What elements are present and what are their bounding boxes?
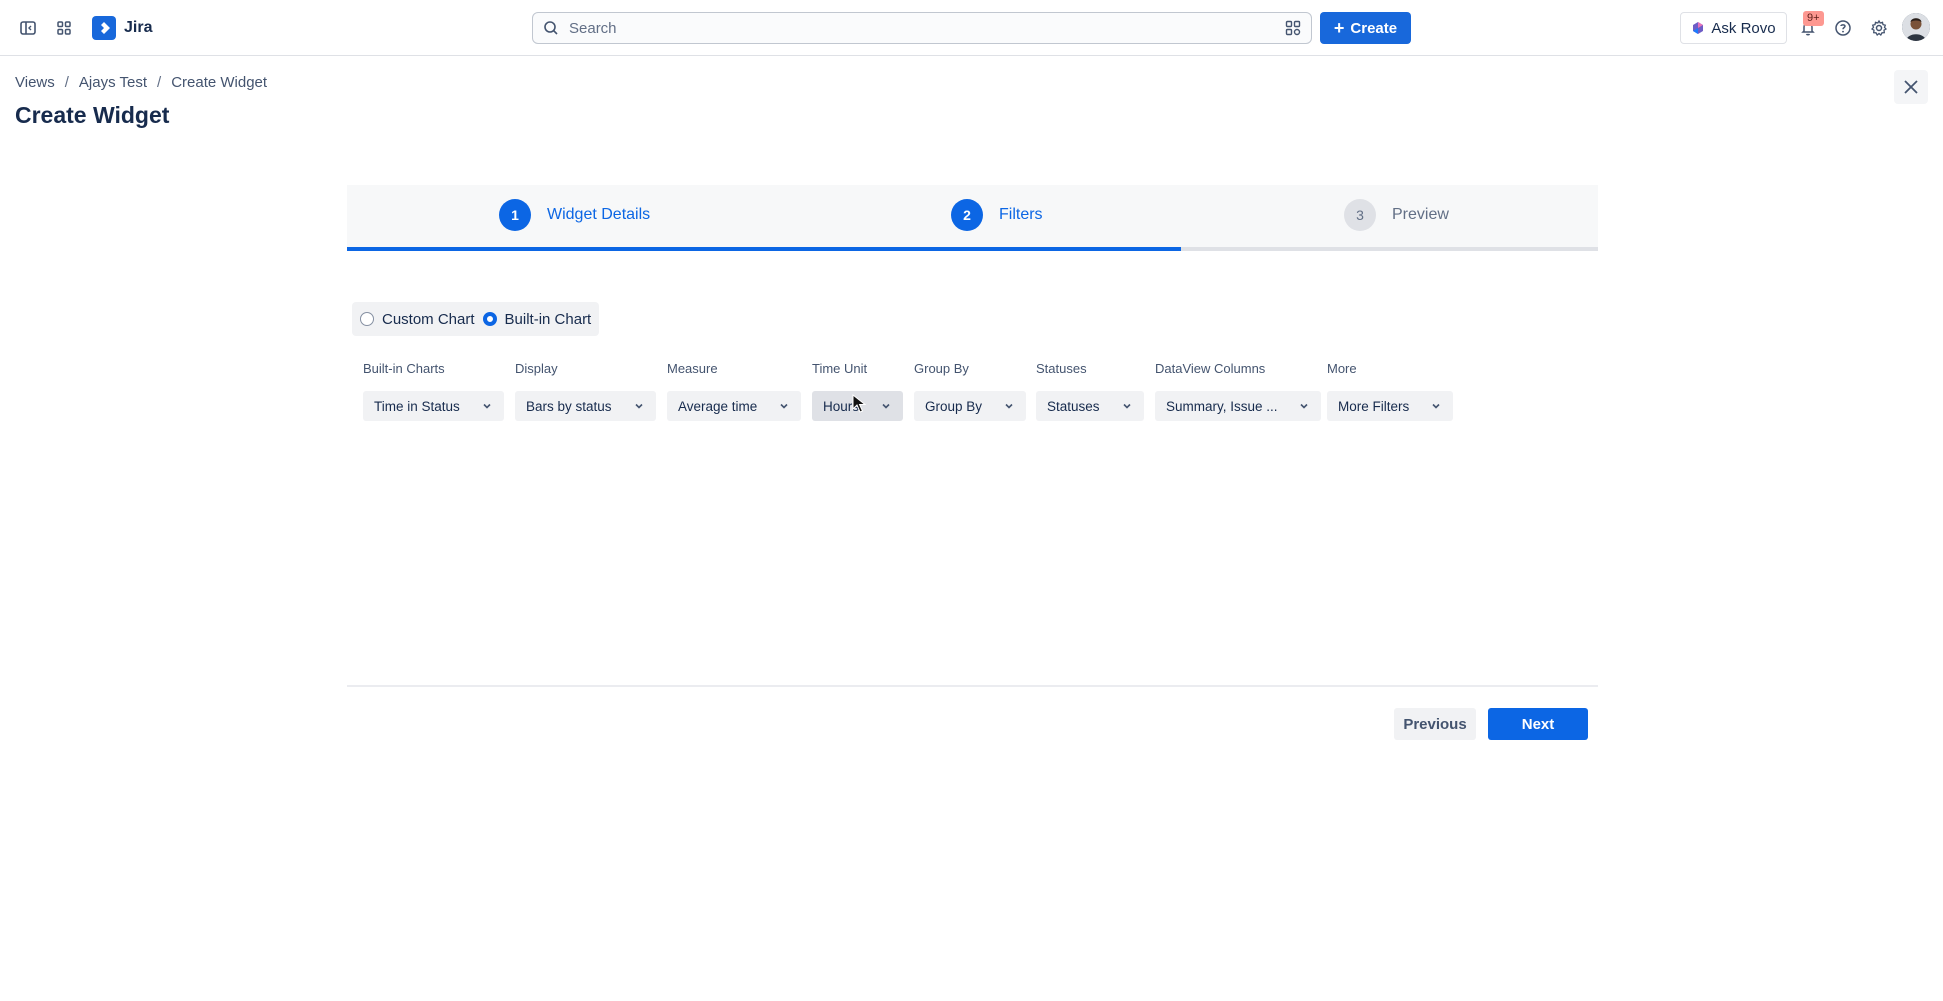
app-switcher-icon[interactable]: [48, 12, 80, 44]
built-in-chart-radio[interactable]: Built-in Chart: [482, 310, 592, 328]
jira-logo[interactable]: Jira: [92, 16, 152, 40]
settings-gear-icon[interactable]: [1863, 12, 1895, 44]
breadcrumb-item-ajays-test[interactable]: Ajays Test: [79, 74, 147, 91]
dropdown-value: Average time: [678, 398, 758, 414]
next-button[interactable]: Next: [1488, 708, 1588, 740]
wizard-stepper: 1 Widget Details 2 Filters 3 Preview: [347, 185, 1598, 251]
stepper-progress-fill: [347, 247, 1182, 251]
create-button[interactable]: + Create: [1320, 12, 1411, 44]
breadcrumb-separator: /: [157, 74, 162, 91]
rovo-label: Ask Rovo: [1711, 19, 1776, 37]
breadcrumb-item-create-widget[interactable]: Create Widget: [171, 74, 267, 91]
statuses-dropdown[interactable]: Statuses: [1036, 391, 1144, 421]
filter-label: Built-in Charts: [363, 361, 445, 376]
step-number: 2: [951, 199, 983, 231]
jira-logo-icon: [92, 16, 116, 40]
filter-label: Measure: [667, 361, 718, 376]
chart-type-toggle: Custom Chart Built-in Chart: [352, 302, 600, 336]
chevron-down-icon: [780, 403, 788, 409]
ask-rovo-button[interactable]: Ask Rovo: [1680, 12, 1787, 44]
step-filters[interactable]: 2 Filters: [951, 199, 1043, 231]
filter-label: Time Unit: [812, 361, 868, 376]
mouse-cursor-icon: [852, 394, 867, 413]
filter-dataview-columns: DataView Columns Summary, Issue ...: [1155, 361, 1321, 421]
plus-icon: +: [1333, 18, 1345, 38]
chevron-down-icon: [635, 403, 643, 409]
dropdown-value: Group By: [925, 398, 983, 414]
chevron-down-icon: [1005, 403, 1013, 409]
footer-divider: [347, 685, 1598, 687]
display-dropdown[interactable]: Bars by status: [515, 391, 656, 421]
filter-label: DataView Columns: [1155, 361, 1266, 376]
search-icon: [544, 21, 558, 35]
radio-unchecked-icon: [360, 312, 374, 326]
chevron-down-icon: [882, 403, 890, 409]
search-placeholder: Search: [569, 19, 617, 37]
chevron-down-icon: [1123, 403, 1131, 409]
chevron-down-icon: [1432, 403, 1440, 409]
breadcrumb-separator: /: [64, 74, 69, 91]
dropdown-value: Time in Status: [374, 398, 460, 414]
step-number: 3: [1344, 199, 1376, 231]
search-input[interactable]: Search: [532, 12, 1312, 44]
sidebar-toggle-icon[interactable]: [12, 12, 44, 44]
page-title: Create Widget: [15, 102, 170, 128]
group-by-dropdown[interactable]: Group By: [914, 391, 1026, 421]
rovo-icon: [1693, 22, 1704, 34]
dropdown-value: Summary, Issue ...: [1166, 398, 1278, 414]
built-in-charts-dropdown[interactable]: Time in Status: [363, 391, 504, 421]
previous-button[interactable]: Previous: [1394, 708, 1476, 740]
notification-badge: 9+: [1803, 11, 1824, 26]
user-avatar[interactable]: [1902, 13, 1930, 41]
radio-checked-icon: [482, 312, 497, 326]
app-name: Jira: [124, 19, 153, 36]
stepper-progress-bar: [347, 247, 1598, 251]
dropdown-value: Bars by status: [526, 398, 612, 414]
dropdown-value: Statuses: [1047, 398, 1100, 414]
filter-measure: Measure Average time: [667, 361, 801, 421]
filter-display: Display Bars by status: [515, 361, 656, 421]
step-widget-details[interactable]: 1 Widget Details: [499, 199, 650, 231]
measure-dropdown[interactable]: Average time: [667, 391, 801, 421]
custom-chart-radio[interactable]: Custom Chart: [360, 311, 475, 328]
step-label: Preview: [1392, 206, 1449, 223]
step-preview[interactable]: 3 Preview: [1344, 199, 1449, 231]
custom-chart-label: Custom Chart: [382, 310, 475, 328]
create-label: Create: [1350, 19, 1398, 37]
step-label: Widget Details: [547, 206, 651, 223]
filter-label: Display: [515, 361, 558, 376]
filter-more: More More Filters: [1327, 361, 1453, 421]
top-navigation: Jira Search + Create Ask Rovo 9+: [0, 0, 1943, 56]
step-label: Filters: [999, 206, 1043, 223]
built-in-chart-label: Built-in Chart: [504, 310, 592, 328]
dataview-columns-dropdown[interactable]: Summary, Issue ...: [1155, 391, 1321, 421]
filter-label: More: [1327, 361, 1357, 376]
filter-built-in-charts: Built-in Charts Time in Status: [363, 361, 504, 421]
filter-statuses: Statuses Statuses: [1036, 361, 1144, 421]
help-icon[interactable]: [1827, 12, 1859, 44]
chevron-down-icon: [1300, 403, 1308, 409]
chevron-down-icon: [483, 403, 491, 409]
close-icon: [1904, 80, 1918, 94]
step-number: 1: [499, 199, 531, 231]
close-button[interactable]: [1894, 70, 1928, 104]
more-filters-dropdown[interactable]: More Filters: [1327, 391, 1453, 421]
filter-group-by: Group By Group By: [914, 361, 1026, 421]
filter-label: Group By: [914, 361, 969, 376]
dropdown-value: More Filters: [1338, 398, 1410, 414]
filter-label: Statuses: [1036, 361, 1087, 376]
breadcrumb: Views / Ajays Test / Create Widget: [15, 74, 267, 91]
filter-apps-icon[interactable]: [1285, 20, 1301, 36]
breadcrumb-item-views[interactable]: Views: [15, 74, 55, 91]
